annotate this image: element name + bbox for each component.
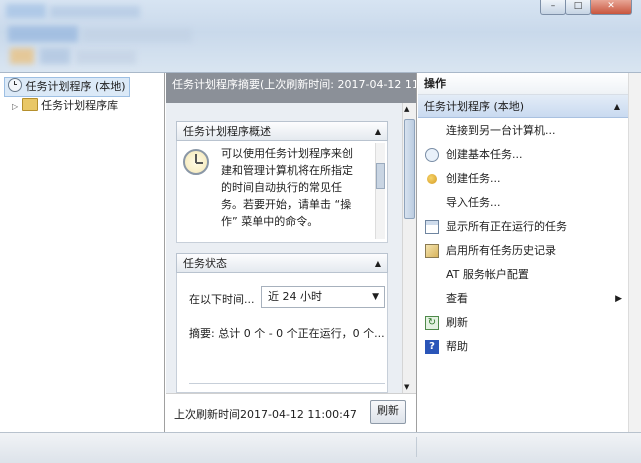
scroll-up-icon[interactable]: ▲ <box>404 105 409 113</box>
collapse-icon[interactable]: ▲ <box>614 95 620 118</box>
blurred-app-icon <box>6 4 46 18</box>
summary-footer: 上次刷新时间2017-04-12 11:00:47 刷新 <box>166 393 416 432</box>
submenu-arrow-icon: ▶ <box>615 294 622 304</box>
blurred-title <box>50 6 140 18</box>
clock-icon <box>8 78 22 92</box>
actions-section-label: 任务计划程序 (本地) <box>424 100 525 113</box>
summary-text: 摘要: 总计 0 个 - 0 个正在运行，0 个... <box>189 327 385 340</box>
action-label: AT 服务帐户配置 <box>446 268 529 281</box>
status-title: 任务状态 <box>183 257 227 270</box>
action-view[interactable]: 查看 ▶ <box>418 288 628 310</box>
action-import-task[interactable]: 导入任务... <box>418 192 628 214</box>
action-create-basic-task[interactable]: 创建基本任务... <box>418 144 628 166</box>
scheduler-clock-icon <box>183 149 209 175</box>
title-bar: – □ ✕ <box>0 0 641 72</box>
overview-line: 的时间自动执行的常见任 <box>221 181 342 194</box>
action-label: 连接到另一台计算机... <box>446 124 556 137</box>
maximize-icon: □ <box>573 1 583 11</box>
action-create-task[interactable]: 创建任务... <box>418 168 628 190</box>
scroll-thumb[interactable] <box>404 119 415 219</box>
actions-header: 操作 <box>418 73 628 95</box>
blurred-toolbar-icon-2 <box>40 48 70 64</box>
status-group-body: 在以下时间... 近 24 小时 ▼ 摘要: 总计 0 个 - 0 个正在运行，… <box>176 273 388 393</box>
wizard-icon <box>425 148 439 162</box>
folder-icon <box>21 98 38 111</box>
summary-pane: 任务计划程序摘要(上次刷新时间: 2017-04-12 11:00 任务计划程序… <box>166 73 417 432</box>
period-value: 近 24 小时 <box>268 290 322 303</box>
action-refresh[interactable]: ↻ 刷新 <box>418 312 628 334</box>
action-connect-computer[interactable]: 连接到另一台计算机... <box>418 120 628 142</box>
refresh-button[interactable]: 刷新 <box>370 400 406 424</box>
overview-line: 可以使用任务计划程序来创 <box>221 147 353 160</box>
task-icon <box>427 174 437 184</box>
maximize-button[interactable]: □ <box>565 0 591 15</box>
collapse-icon[interactable]: ▲ <box>375 122 381 142</box>
overview-line: 作” 菜单中的命令。 <box>221 215 319 228</box>
close-button[interactable]: ✕ <box>590 0 632 15</box>
action-label: 启用所有任务历史记录 <box>446 244 556 257</box>
last-refresh-text: 上次刷新时间2017-04-12 11:00:47 <box>174 408 357 421</box>
overview-scrollbar[interactable] <box>375 143 385 239</box>
console-tree: 任务计划程序 (本地) ▷ 任务计划程序库 <box>0 73 165 432</box>
tree-item-library[interactable]: ▷ 任务计划程序库 <box>12 97 118 115</box>
summary-scrollbar[interactable]: ▲ ▼ <box>402 103 416 393</box>
actions-pane: 操作 任务计划程序 (本地) ▲ 连接到另一台计算机... 创建基本任务... … <box>418 73 628 432</box>
actions-scrollbar[interactable] <box>628 73 641 432</box>
blurred-toolbar-icon <box>10 48 34 64</box>
action-help[interactable]: ? 帮助 <box>418 336 628 358</box>
action-label: 帮助 <box>446 340 468 353</box>
summary-body: 任务计划程序概述 ▲ 可以使用任务计划程序来创 建和管理计算机将在所指定 的时间… <box>166 103 402 393</box>
action-at-service-config[interactable]: AT 服务帐户配置 <box>418 264 628 286</box>
overview-line: 务。若要开始，请单击 “操 <box>221 198 352 211</box>
blurred-menu-2 <box>82 28 192 42</box>
status-bar <box>0 432 641 463</box>
window-icon <box>425 220 439 234</box>
history-icon <box>425 244 439 258</box>
action-label: 创建基本任务... <box>446 148 523 161</box>
minimize-button[interactable]: – <box>540 0 566 15</box>
refresh-icon: ↻ <box>425 316 439 330</box>
action-label: 刷新 <box>446 316 468 329</box>
overview-title: 任务计划程序概述 <box>183 125 271 138</box>
expand-arrow-icon[interactable]: ▷ <box>12 102 18 111</box>
status-segment <box>6 437 417 457</box>
action-label: 导入任务... <box>446 196 501 209</box>
overview-group-body: 可以使用任务计划程序来创 建和管理计算机将在所指定 的时间自动执行的常见任 务。… <box>176 141 388 243</box>
action-label: 创建任务... <box>446 172 501 185</box>
tree-library-label: 任务计划程序库 <box>41 99 119 112</box>
minimize-icon: – <box>550 1 556 11</box>
action-enable-history[interactable]: 启用所有任务历史记录 <box>418 240 628 262</box>
collapse-icon[interactable]: ▲ <box>375 254 381 274</box>
tree-item-root[interactable]: 任务计划程序 (本地) <box>4 77 130 97</box>
divider <box>189 383 385 384</box>
chevron-down-icon: ▼ <box>372 292 379 302</box>
overview-line: 建和管理计算机将在所指定 <box>221 164 353 177</box>
blurred-menu <box>8 26 78 42</box>
action-label: 显示所有正在运行的任务 <box>446 220 567 233</box>
tree-root-label: 任务计划程序 (本地) <box>25 80 126 93</box>
close-icon: ✕ <box>607 1 615 11</box>
blurred-toolbar-icon-3 <box>76 50 136 64</box>
actions-section-header[interactable]: 任务计划程序 (本地) ▲ <box>418 95 628 118</box>
overview-group-header[interactable]: 任务计划程序概述 ▲ <box>176 121 388 141</box>
overview-scroll-thumb[interactable] <box>376 163 385 189</box>
period-label: 在以下时间... <box>189 293 255 306</box>
action-show-running[interactable]: 显示所有正在运行的任务 <box>418 216 628 238</box>
help-icon: ? <box>425 340 439 354</box>
action-label: 查看 <box>446 292 468 305</box>
scroll-down-icon[interactable]: ▼ <box>404 383 409 391</box>
summary-header: 任务计划程序摘要(上次刷新时间: 2017-04-12 11:00 <box>166 73 416 103</box>
overview-text: 可以使用任务计划程序来创 建和管理计算机将在所指定 的时间自动执行的常见任 务。… <box>221 145 353 230</box>
status-group-header[interactable]: 任务状态 ▲ <box>176 253 388 273</box>
period-select[interactable]: 近 24 小时 ▼ <box>261 286 385 308</box>
